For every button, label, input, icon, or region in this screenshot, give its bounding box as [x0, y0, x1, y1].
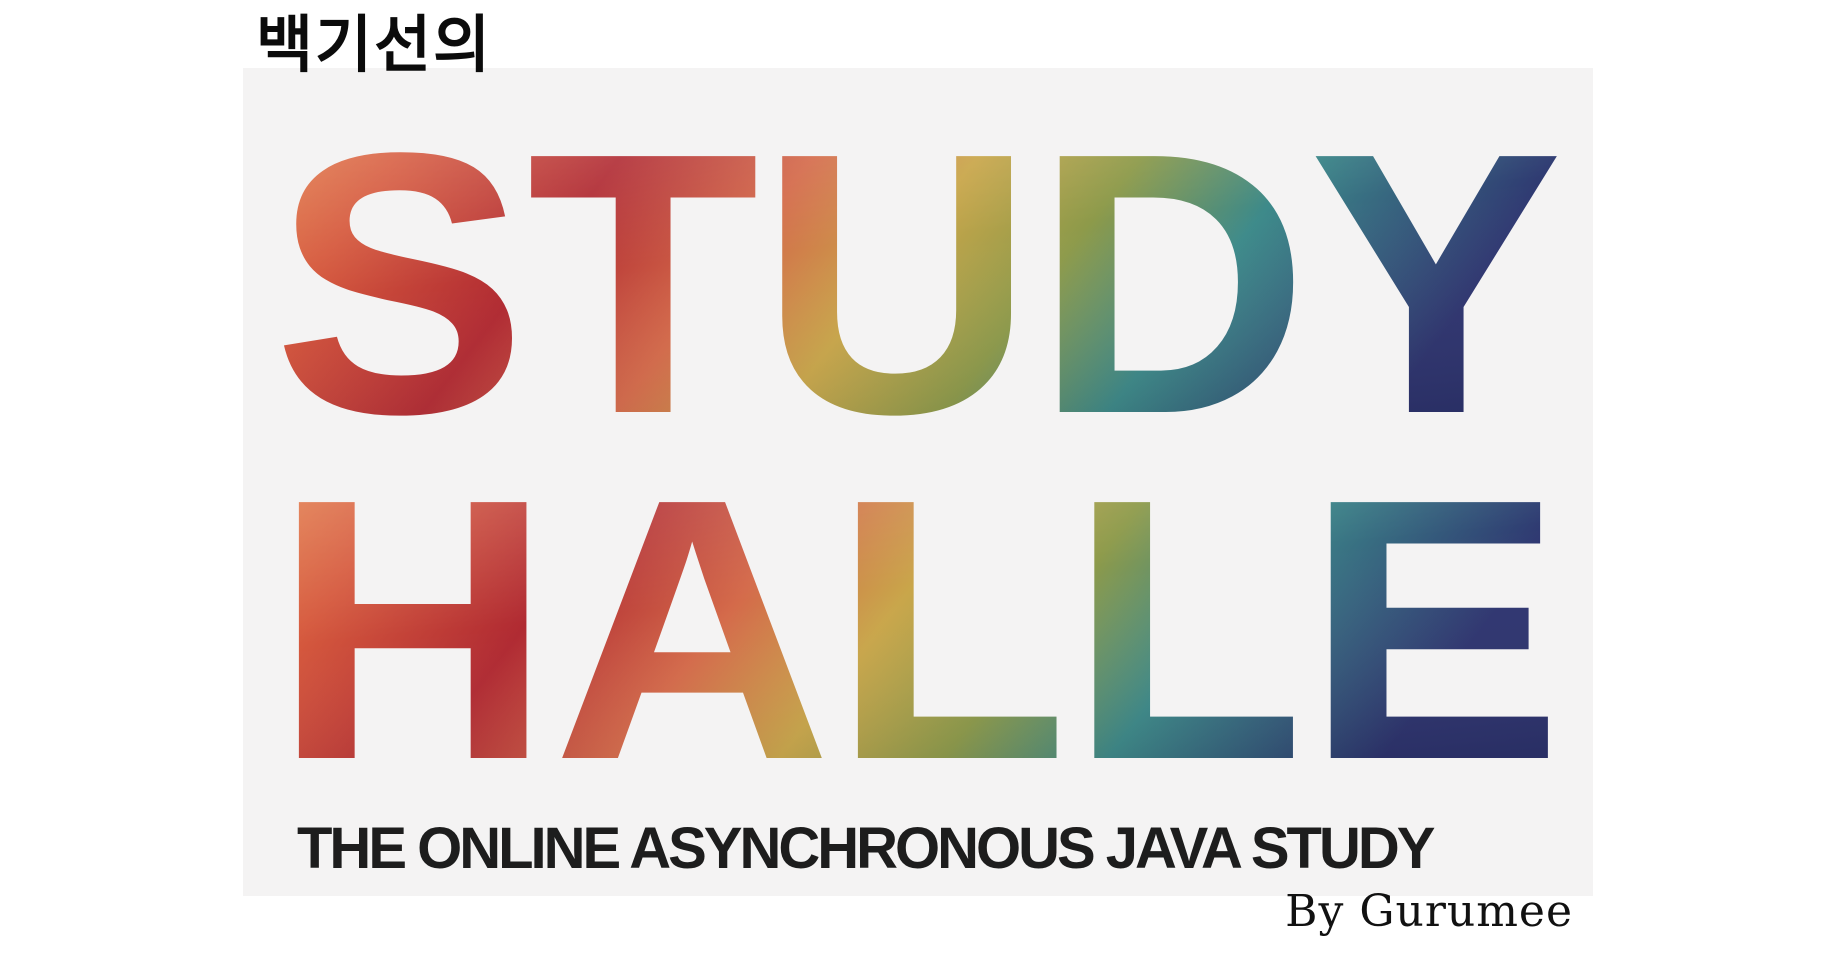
- byline: By Gurumee: [1285, 886, 1573, 937]
- banner-stage: 백기선의 STUDY STUDY HALLE HALLE THE ONLINE …: [0, 0, 1826, 962]
- subtitle: THE ONLINE ASYNCHRONOUS JAVA STUDY: [297, 816, 1435, 881]
- logo-line-halle-sheen: HALLE: [273, 421, 1563, 837]
